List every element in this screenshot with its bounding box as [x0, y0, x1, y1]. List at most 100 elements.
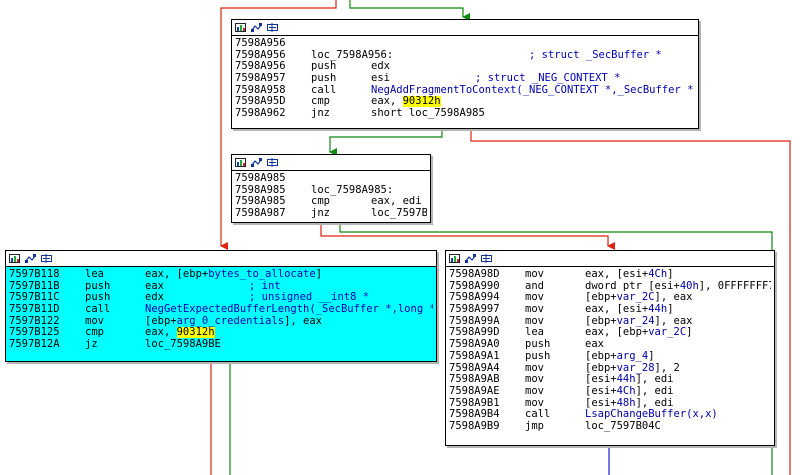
address: 7598A9A1: [449, 350, 500, 362]
mnemonic: push: [311, 61, 337, 73]
edge-red-to-node-7598A98D: [320, 222, 615, 250]
operand-tail: ], eax: [654, 315, 693, 327]
asm-line[interactable]: 7598A987 jnz loc_7597B172: [235, 208, 427, 220]
operand: eax: [585, 339, 604, 351]
color-palette-icon[interactable]: [9, 254, 20, 263]
comment: ; unsigned __int8 *: [249, 292, 370, 304]
asm-line[interactable]: 7598A98D mov eax, [esi+4Ch]: [449, 269, 771, 281]
operand-symbol: arg_4: [616, 350, 649, 362]
asm-line[interactable]: 7598A9A1 push [ebp+arg_4]: [449, 351, 771, 363]
node-rename-icon[interactable]: [481, 254, 492, 263]
asm-line[interactable]: 7598A9A0 push eax: [449, 339, 771, 351]
address: 7597B11C: [9, 292, 60, 304]
operand-tail: ], 2: [654, 362, 680, 374]
code-block-7598A985[interactable]: 7598A985 7598A985 loc_7598A985: 7598A985 cmp…: [231, 154, 431, 223]
node-rename-icon[interactable]: [41, 254, 52, 263]
asm-line[interactable]: 7598A994 mov [ebp+var_2C], eax: [449, 292, 771, 304]
asm-line[interactable]: 7597B11C push edx ; unsigned __int8 *: [9, 292, 433, 304]
mnemonic: jnz: [311, 108, 330, 120]
asm-line[interactable]: 7597B122 mov [ebp+arg_0_credentials], eax: [9, 316, 433, 328]
operand-text: eax, [esi+: [585, 304, 649, 316]
graph-overview-icon[interactable]: [25, 254, 36, 263]
asm-line[interactable]: 7597B12A jz loc_7598A9BE: [9, 339, 433, 351]
operand-symbol: var_2C: [648, 327, 687, 339]
color-palette-icon[interactable]: [449, 254, 460, 263]
asm-line[interactable]: 7598A997 mov eax, [esi+44h]: [449, 304, 771, 316]
address: 7598A9B9: [449, 420, 500, 432]
operand: dword ptr [esi+40h], 0FFFFFFF7h: [585, 281, 771, 293]
operand: [esi+48h], edi: [585, 398, 674, 410]
asm-line[interactable]: 7598A95D cmp eax, 90312h: [235, 96, 695, 108]
mnemonic: mov: [525, 374, 544, 386]
mnemonic: mov: [525, 269, 544, 280]
code-block-7598A956[interactable]: 7598A956 7598A956 loc_7598A956:; struct _S…: [231, 19, 699, 129]
asm-line[interactable]: 7598A9AB mov [esi+44h], edi: [449, 374, 771, 386]
mnemonic: call: [525, 409, 551, 421]
operand: eax: [145, 281, 249, 293]
mnemonic: call: [85, 304, 111, 316]
code-block-7598A98D[interactable]: 7598A98D mov eax, [esi+4Ch] 7598A990 and dwor…: [445, 250, 775, 446]
node-header: [232, 20, 698, 36]
operand-symbol: arg_0_credentials: [176, 315, 285, 327]
operand-text: [esi+: [585, 397, 617, 409]
asm-line[interactable]: 7598A9AE mov [esi+4Ch], edi: [449, 386, 771, 398]
color-palette-icon[interactable]: [235, 158, 246, 167]
mnemonic: push: [525, 339, 551, 351]
operand: [ebp+arg_4]: [585, 351, 655, 363]
asm-line[interactable]: 7597B11B push eax ; int: [9, 281, 433, 293]
address: 7598A987: [235, 208, 286, 220]
asm-line[interactable]: 7598A958 call NegAddFragmentToContext(_NEG…: [235, 85, 695, 97]
color-palette-icon[interactable]: [235, 23, 246, 32]
node-rename-icon[interactable]: [267, 23, 278, 32]
graph-overview-icon[interactable]: [465, 254, 476, 263]
graph-overview-icon[interactable]: [251, 158, 262, 167]
asm-line[interactable]: 7598A956 push edx: [235, 61, 695, 73]
mnemonic: lea: [85, 269, 104, 280]
mnemonic: and: [525, 280, 544, 292]
graph-overview-icon[interactable]: [251, 23, 262, 32]
operand: NegAddFragmentToContext(_NEG_CONTEXT *,_…: [371, 85, 695, 97]
asm-line[interactable]: 7597B125 cmp eax, 90312h: [9, 327, 433, 339]
asm-line[interactable]: 7598A956: [235, 38, 695, 50]
operand: LsapChangeBuffer(x,x): [585, 409, 718, 421]
asm-line[interactable]: 7598A956 loc_7598A956: ; struct _SecBuffer…: [235, 50, 695, 62]
address: 7597B118: [9, 269, 60, 280]
operand-text: loc_7598A9BE: [145, 339, 221, 351]
code-block-7597B118[interactable]: 7597B118 lea eax, [ebp+bytes_to_allocate] 7…: [5, 250, 437, 362]
comment: ; int: [249, 280, 281, 292]
asm-line[interactable]: 7598A957 push esi ; struct _NEG_CONTEXT *: [235, 73, 695, 85]
asm-line[interactable]: 7598A9B4 call LsapChangeBuffer(x,x): [449, 409, 771, 421]
asm-line[interactable]: 7597B11D call NegGetExpectedBufferLength(_…: [9, 304, 433, 316]
operand-tail: ], eax: [654, 292, 693, 304]
operand-text: eax: [585, 339, 604, 351]
asm-line[interactable]: 7598A990 and dword ptr [esi+40h], 0FFFFFFF…: [449, 281, 771, 293]
asm-line[interactable]: 7598A9B9 jmp loc_7597B04C: [449, 421, 771, 433]
operand-text: [esi+: [585, 374, 617, 386]
mnemonic: jnz: [311, 208, 330, 220]
asm-line[interactable]: 7598A985 loc_7598A985:: [235, 185, 427, 197]
operand-tail: ]: [648, 350, 655, 362]
operand-tail: ]: [667, 304, 674, 316]
asm-line[interactable]: 7598A9A4 mov [ebp+var_28], 2: [449, 363, 771, 375]
node-rename-icon[interactable]: [267, 158, 278, 167]
asm-line[interactable]: 7598A962 jnz short loc_7598A985: [235, 108, 695, 120]
asm-line[interactable]: 7598A99A mov [ebp+var_24], eax: [449, 316, 771, 328]
asm-line[interactable]: 7598A985: [235, 173, 427, 185]
mnemonic: mov: [525, 292, 544, 304]
comment: ; struct _SecBuffer *: [529, 49, 662, 61]
address: 7598A9AE: [449, 385, 500, 397]
asm-line[interactable]: 7598A9B1 mov [esi+48h], edi: [449, 398, 771, 410]
asm-line[interactable]: 7598A985 cmp eax, edi: [235, 196, 427, 208]
code-label: loc_7598A956:: [311, 49, 394, 61]
operand-text: eax: [145, 280, 164, 292]
operand-text: short loc_7598A985: [371, 108, 485, 120]
operand-text: eax, [esi+: [585, 269, 649, 280]
address: 7598A9B1: [449, 397, 500, 409]
address: 7598A956: [235, 49, 286, 61]
mnemonic: cmp: [311, 96, 330, 108]
asm-line[interactable]: 7597B118 lea eax, [ebp+bytes_to_allocate]: [9, 269, 433, 281]
mnemonic: jz: [85, 339, 98, 351]
asm-line[interactable]: 7598A99D lea eax, [ebp+var_2C]: [449, 327, 771, 339]
operand-text: eax, [ebp+: [585, 327, 649, 339]
operand: [esi+44h], edi: [585, 374, 674, 386]
